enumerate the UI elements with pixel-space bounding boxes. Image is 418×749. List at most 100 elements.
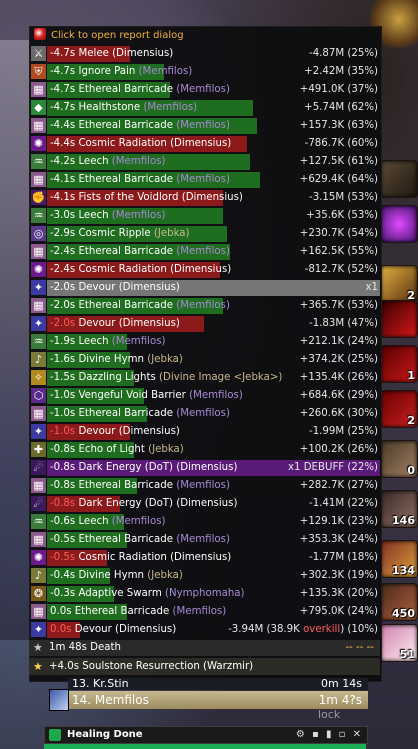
- action-slot-9[interactable]: 134: [380, 540, 418, 578]
- creature-figure: [0, 40, 30, 640]
- echo-icon: ✚: [31, 442, 46, 457]
- event-source: (Dimensius): [176, 498, 238, 509]
- event-row[interactable]: ✦ -2.0s Devour (Dimensius) -1.83M (47%): [30, 315, 381, 333]
- event-source: (Jebka): [148, 444, 184, 455]
- event-row[interactable]: ✧ -1.5s Dazzling Lights (Divine Image <Je…: [30, 369, 381, 387]
- event-row[interactable]: ▦ -1.0s Ethereal Barricade (Memfilos) +260…: [30, 405, 381, 423]
- resurrection-row[interactable]: ★ +4.0s Soulstone Resurrection (Warzmir): [29, 658, 380, 675]
- event-row[interactable]: ◎ -2.9s Cosmic Ripple (Jebka) +230.7K (54%…: [30, 225, 381, 243]
- event-row[interactable]: ▦ -4.4s Ethereal Barricade (Memfilos) +157…: [30, 117, 381, 135]
- event-amount: +5.74M (62%): [304, 102, 378, 113]
- event-source: (Dimensius): [181, 192, 243, 203]
- event-time: -4.4s: [50, 120, 79, 131]
- meter-rank: 14.: [72, 693, 92, 707]
- event-amount: -3.94M (38.9K overkill) (10%): [228, 624, 378, 635]
- event-row[interactable]: ◆ -4.7s Healthstone (Memfilos) +5.74M (62%…: [30, 99, 381, 117]
- action-slot-2[interactable]: [380, 205, 418, 243]
- event-row[interactable]: ♒ -3.0s Leech (Memfilos) +35.6K (53%): [30, 207, 381, 225]
- event-row[interactable]: ♪ -1.6s Divine Hymn (Jebka) +374.2K (25%): [30, 351, 381, 369]
- event-row[interactable]: ▦ -0.8s Ethereal Barricade (Memfilos) +282…: [30, 477, 381, 495]
- radiation-icon: ✺: [31, 262, 46, 277]
- event-row[interactable]: ✺ -2.4s Cosmic Radiation (Dimensius) -812.…: [30, 261, 381, 279]
- event-source: (Dimensius): [176, 462, 238, 473]
- devour-icon: ✦: [31, 424, 46, 439]
- event-source: (Memfilos): [138, 66, 193, 77]
- event-description: -2.4s Cosmic Radiation (Dimensius): [50, 261, 231, 279]
- event-spell: Cosmic Radiation: [78, 264, 171, 275]
- event-row[interactable]: ▦ -2.0s Ethereal Barricade (Memfilos) +365…: [30, 297, 381, 315]
- barricade-icon: ▦: [31, 406, 46, 421]
- event-spell: Devour: [78, 282, 119, 293]
- event-source: (Memfilos): [176, 534, 230, 545]
- hymn-icon: ♪: [31, 352, 46, 367]
- star-icon: ★: [33, 641, 43, 654]
- void-fist-icon: ✊: [31, 190, 46, 205]
- event-source: (Memfilos): [143, 102, 198, 113]
- event-source: (Dimensius): [118, 426, 180, 437]
- meter-row-13[interactable]: 13. Kr.Stin 0m 14s: [68, 678, 368, 690]
- action-slot-6[interactable]: 2: [380, 390, 418, 428]
- action-slot-5[interactable]: 1: [380, 345, 418, 383]
- lock-label[interactable]: lock: [318, 708, 340, 721]
- event-spell: Ethereal Barricade: [78, 84, 177, 95]
- death-row[interactable]: ★ 1m 48s Death -- -- --: [29, 640, 380, 656]
- event-description: -2.9s Cosmic Ripple (Jebka): [50, 225, 190, 243]
- event-row[interactable]: ✺ -0.5s Cosmic Radiation (Dimensius) -1.77…: [30, 549, 381, 567]
- event-row[interactable]: ▦ -4.7s Ethereal Barricade (Memfilos) +491…: [30, 81, 381, 99]
- event-spell: Dark Energy (DoT): [78, 498, 177, 509]
- event-description: -0.5s Ethereal Barricade (Memfilos): [50, 531, 230, 549]
- event-row[interactable]: ▦ -4.1s Ethereal Barricade (Memfilos) +629…: [30, 171, 381, 189]
- action-slot-10[interactable]: 450: [380, 583, 418, 621]
- event-row[interactable]: ✦ -1.0s Devour (Dimensius) -1.99M (25%): [30, 423, 381, 441]
- action-slot-4[interactable]: [380, 300, 418, 338]
- meter-row-14[interactable]: 14. Memfilos 1m 4?s: [68, 691, 368, 709]
- event-row[interactable]: ✊ -4.1s Fists of the Voidlord (Dimensius)…: [30, 189, 381, 207]
- event-time: -0.3s: [50, 588, 79, 599]
- action-slot-7[interactable]: 0: [380, 440, 418, 478]
- death-label: 1m 48s Death: [49, 642, 121, 653]
- event-spell: Cosmic Radiation: [78, 138, 171, 149]
- event-time: -0.8s: [50, 480, 79, 491]
- swarm-icon: ❂: [31, 586, 46, 601]
- event-row[interactable]: ▦ 0.0s Ethereal Barricade (Memfilos) +795.…: [30, 603, 381, 621]
- event-time: -0.5s: [50, 534, 79, 545]
- event-description: -4.7s Melee (Dimensius): [50, 45, 173, 63]
- healing-done-bar[interactable]: Healing Done ⚙ ▪ ▮ ▫ ✕: [44, 726, 368, 744]
- event-spell: Adaptive Swarm: [78, 588, 165, 599]
- leech-icon: ♒: [31, 334, 46, 349]
- event-row[interactable]: ♒ -1.9s Leech (Memfilos) +212.1K (24%): [30, 333, 381, 351]
- event-row[interactable]: ⚔ -4.7s Melee (Dimensius) -4.87M (25%): [30, 45, 381, 63]
- event-row[interactable]: ✦ 0.0s Devour (Dimensius) -3.94M (38.9K ov…: [30, 621, 381, 639]
- event-row[interactable]: ▦ -0.5s Ethereal Barricade (Memfilos) +353…: [30, 531, 381, 549]
- action-slot-3[interactable]: 2: [380, 265, 418, 303]
- event-description: -1.5s Dazzling Lights (Divine Image <Jeb…: [50, 369, 282, 387]
- event-spell: Ignore Pain: [78, 66, 139, 77]
- event-row[interactable]: ⛨ -4.7s Ignore Pain (Memfilos) +2.42M (35%…: [30, 63, 381, 81]
- report-dialog-header[interactable]: Click to open report dialog: [30, 27, 381, 45]
- event-row[interactable]: ✦ -2.0s Devour (Dimensius) x1: [30, 279, 381, 297]
- event-row[interactable]: ✺ -4.4s Cosmic Radiation (Dimensius) -786.…: [30, 135, 381, 153]
- event-row[interactable]: ▦ -2.4s Ethereal Barricade (Memfilos) +162…: [30, 243, 381, 261]
- event-row[interactable]: ❂ -0.3s Adaptive Swarm (Nymphomaha) +135.3…: [30, 585, 381, 603]
- leech-icon: ♒: [31, 208, 46, 223]
- event-spell: Leech: [78, 336, 112, 347]
- event-row[interactable]: ☄ -0.8s Dark Energy (DoT) (Dimensius) x1 D…: [30, 459, 381, 477]
- action-slot-11[interactable]: 51: [380, 624, 418, 662]
- event-time: -4.7s: [50, 102, 79, 113]
- meter-toolbar-icons[interactable]: ⚙ ▪ ▮ ▫ ✕: [296, 727, 363, 743]
- event-row[interactable]: ♒ -4.2s Leech (Memfilos) +127.5K (61%): [30, 153, 381, 171]
- event-row[interactable]: ♪ -0.4s Divine Hymn (Jebka) +302.3K (19%): [30, 567, 381, 585]
- event-amount: -1.77M (18%): [309, 552, 378, 563]
- event-row[interactable]: ✚ -0.8s Echo of Light (Jebka) +100.2K (26%…: [30, 441, 381, 459]
- event-row[interactable]: ☄ -0.8s Dark Energy (DoT) (Dimensius) -1.4…: [30, 495, 381, 513]
- event-spell: Devour: [78, 318, 119, 329]
- event-time: -4.7s: [50, 66, 79, 77]
- event-row[interactable]: ♒ -0.6s Leech (Memfilos) +129.1K (23%): [30, 513, 381, 531]
- event-row[interactable]: ⬡ -1.0s Vengeful Void Barrier (Memfilos) +…: [30, 387, 381, 405]
- action-slot-1[interactable]: [380, 160, 418, 198]
- event-amount: +129.1K (23%): [299, 516, 378, 527]
- event-spell: Ethereal Barricade: [78, 120, 177, 131]
- event-source: (Memfilos): [176, 408, 230, 419]
- event-time: -2.0s: [50, 282, 79, 293]
- action-slot-8[interactable]: 146: [380, 490, 418, 528]
